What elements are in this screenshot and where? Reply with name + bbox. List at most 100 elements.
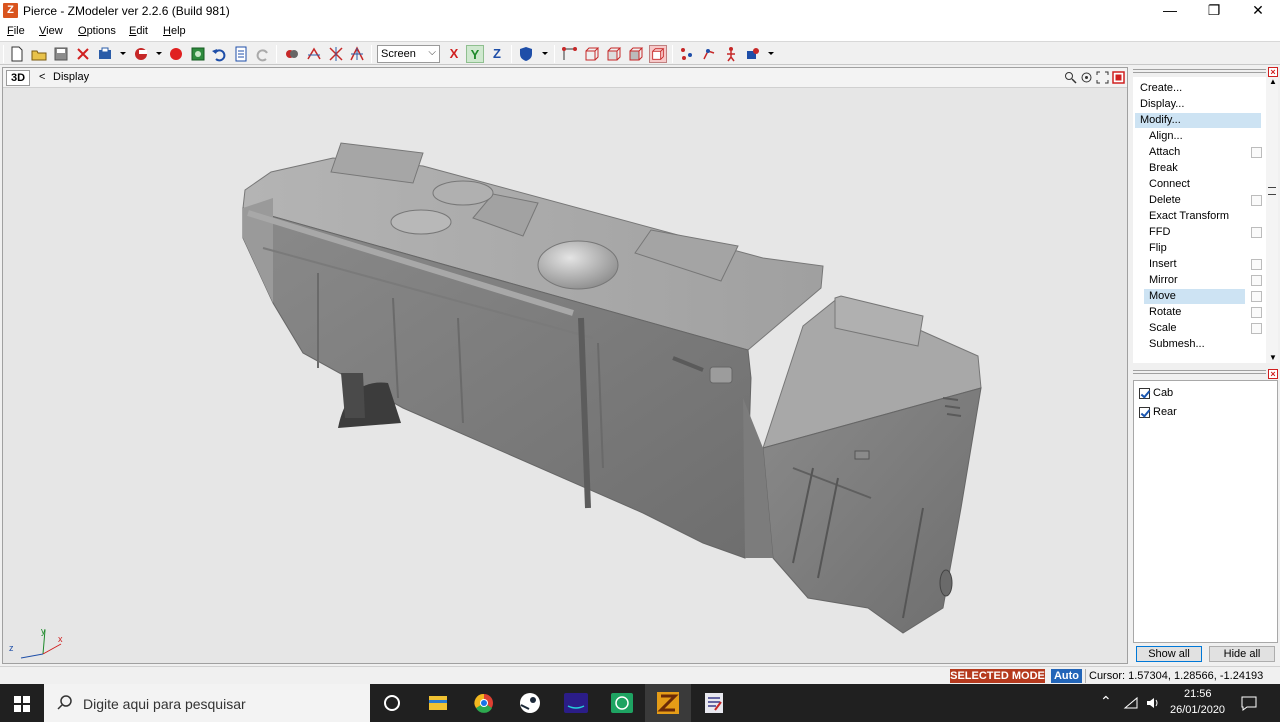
command-list-scrollbar[interactable]: ▲ ▼: [1266, 77, 1278, 363]
command-option-box[interactable]: [1251, 291, 1262, 302]
object-mode-icon[interactable]: [627, 45, 645, 63]
file-explorer-icon[interactable]: [415, 684, 461, 722]
figure-icon[interactable]: [722, 45, 740, 63]
command-item[interactable]: Scale: [1144, 321, 1245, 336]
select-edges-icon[interactable]: [327, 45, 345, 63]
minimize-button[interactable]: —: [1148, 0, 1192, 21]
menu-file[interactable]: File: [7, 25, 25, 37]
tools-icon[interactable]: [744, 45, 762, 63]
pan-icon[interactable]: [1080, 71, 1093, 84]
import-dropdown-icon[interactable]: [120, 52, 126, 55]
command-item[interactable]: Connect: [1144, 177, 1245, 192]
object-visible-checkbox[interactable]: [1139, 407, 1150, 418]
close-icon[interactable]: ×: [1268, 369, 1278, 379]
close-icon[interactable]: ×: [1268, 67, 1278, 77]
object-visible-checkbox[interactable]: [1139, 388, 1150, 399]
command-option-box[interactable]: [1251, 323, 1262, 334]
select-faces-icon[interactable]: [348, 45, 366, 63]
bones-icon[interactable]: [700, 45, 718, 63]
menu-view[interactable]: View: [39, 25, 63, 37]
scroll-thumb[interactable]: [1268, 187, 1276, 195]
fit-view-icon[interactable]: [1096, 71, 1109, 84]
command-option-box[interactable]: [1251, 259, 1262, 270]
whatsapp-icon[interactable]: [599, 684, 645, 722]
command-item[interactable]: Submesh...: [1144, 337, 1245, 352]
record-icon[interactable]: [167, 45, 185, 63]
chrome-icon[interactable]: [461, 684, 507, 722]
hide-all-button[interactable]: Hide all: [1209, 646, 1275, 662]
fire-truck-model[interactable]: [3, 88, 1127, 664]
notifications-icon[interactable]: [1240, 695, 1258, 711]
command-item[interactable]: Insert: [1144, 257, 1245, 272]
axis-z-toggle[interactable]: Z: [488, 45, 506, 63]
viewport-mode-button[interactable]: 3D: [6, 70, 30, 86]
import-icon[interactable]: [96, 45, 114, 63]
vertex-mode-icon[interactable]: [561, 45, 579, 63]
auto-badge[interactable]: Auto: [1051, 669, 1082, 683]
viewport-back-arrow[interactable]: <: [39, 71, 45, 83]
chevron-up-icon[interactable]: ⌃: [1100, 693, 1112, 710]
editor-app-icon[interactable]: [691, 684, 737, 722]
open-folder-icon[interactable]: [30, 45, 48, 63]
command-item[interactable]: Rotate: [1144, 305, 1245, 320]
coordinate-system-select[interactable]: Screen ⌵: [377, 45, 440, 63]
wifi-icon[interactable]: [1123, 696, 1139, 710]
volume-icon[interactable]: [1145, 696, 1161, 710]
command-item[interactable]: Exact Transform: [1144, 209, 1245, 224]
zoom-icon[interactable]: [1064, 71, 1077, 84]
command-item[interactable]: Break: [1144, 161, 1245, 176]
undo-icon[interactable]: [210, 45, 228, 63]
zmodeler-app-icon[interactable]: Z: [3, 3, 18, 18]
close-button[interactable]: ✕: [1236, 0, 1280, 21]
restore-button[interactable]: ❐: [1192, 0, 1236, 21]
command-item[interactable]: Modify...: [1135, 113, 1261, 128]
task-view-icon[interactable]: [369, 684, 415, 722]
clock-date[interactable]: 26/01/2020: [1170, 704, 1225, 716]
command-item[interactable]: Attach: [1144, 145, 1245, 160]
command-option-box[interactable]: [1251, 227, 1262, 238]
command-item[interactable]: Move: [1144, 289, 1245, 304]
command-item[interactable]: Delete: [1144, 193, 1245, 208]
show-all-button[interactable]: Show all: [1136, 646, 1202, 662]
command-item[interactable]: Flip: [1144, 241, 1245, 256]
new-file-icon[interactable]: [8, 45, 26, 63]
select-vertices-icon[interactable]: [305, 45, 323, 63]
object-item-cab[interactable]: Cab: [1139, 387, 1173, 399]
scroll-up-icon[interactable]: ▲: [1269, 77, 1277, 86]
axis-x-toggle[interactable]: X: [445, 45, 463, 63]
object-item-rear[interactable]: Rear: [1139, 406, 1177, 418]
command-option-box[interactable]: [1251, 307, 1262, 318]
scatter-icon[interactable]: [678, 45, 696, 63]
menu-help[interactable]: Help: [163, 25, 186, 37]
command-item[interactable]: Display...: [1135, 97, 1261, 112]
delete-icon[interactable]: [74, 45, 92, 63]
axis-y-toggle[interactable]: Y: [466, 45, 484, 63]
scroll-down-icon[interactable]: ▼: [1269, 353, 1277, 362]
export-icon[interactable]: [132, 45, 150, 63]
box-mode-icon[interactable]: [583, 45, 601, 63]
selection-mode-badge[interactable]: SELECTED MODE: [950, 669, 1045, 683]
maximize-viewport-icon[interactable]: [1112, 71, 1125, 84]
shield-dropdown-icon[interactable]: [542, 52, 548, 55]
panel-grip[interactable]: [1133, 370, 1266, 374]
zmodeler-taskbar-icon[interactable]: [645, 684, 691, 722]
menu-edit[interactable]: Edit: [129, 25, 148, 37]
command-option-box[interactable]: [1251, 147, 1262, 158]
clock-time[interactable]: 21:56: [1184, 688, 1212, 700]
selection-tool-icon[interactable]: [283, 45, 301, 63]
command-option-box[interactable]: [1251, 195, 1262, 206]
amazon-music-icon[interactable]: [553, 684, 599, 722]
shield-icon[interactable]: [517, 45, 535, 63]
face-mode-icon[interactable]: [605, 45, 623, 63]
command-item[interactable]: Mirror: [1144, 273, 1245, 288]
command-item[interactable]: Align...: [1144, 129, 1245, 144]
command-item[interactable]: FFD: [1144, 225, 1245, 240]
tools-dropdown-icon[interactable]: [768, 52, 774, 55]
windows-start-icon[interactable]: [0, 684, 44, 722]
command-item[interactable]: Create...: [1135, 81, 1261, 96]
taskbar-search-box[interactable]: Digite aqui para pesquisar: [44, 684, 370, 722]
group-mode-icon[interactable]: [649, 45, 667, 63]
panel-grip[interactable]: [1133, 69, 1266, 73]
command-option-box[interactable]: [1251, 275, 1262, 286]
materials-icon[interactable]: [189, 45, 207, 63]
